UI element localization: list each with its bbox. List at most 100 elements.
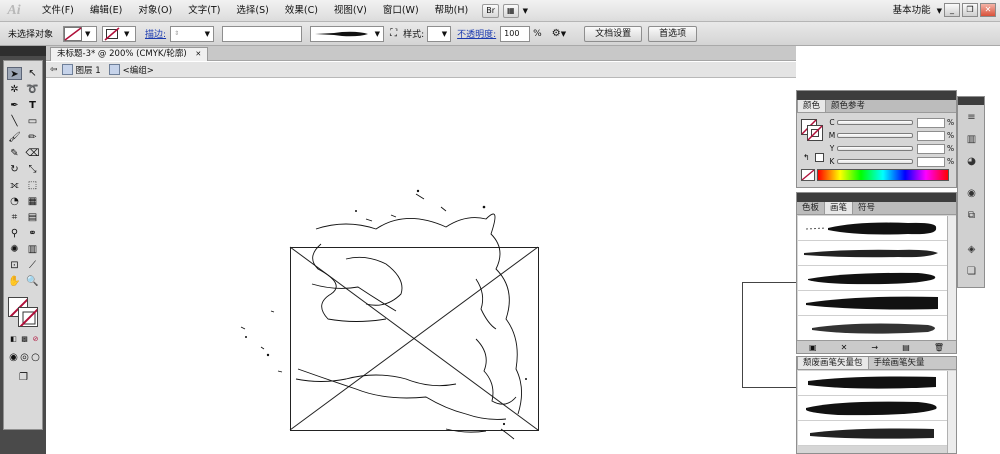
free-transform-tool-icon[interactable]: ⬚ xyxy=(25,179,40,192)
stroke-swatch-icon[interactable] xyxy=(18,307,38,327)
pen-tool-icon[interactable]: ✒ xyxy=(7,99,22,112)
slice-tool-icon[interactable]: ⟋ xyxy=(25,259,40,272)
tab-symbols[interactable]: 符号 xyxy=(853,202,880,214)
menu-help[interactable]: 帮助(H) xyxy=(427,0,477,22)
preferences-button[interactable]: 首选项 xyxy=(648,25,698,42)
lasso-tool-icon[interactable]: ➰ xyxy=(25,83,40,96)
gradient-tool-icon[interactable]: ▤ xyxy=(25,211,40,224)
appearance-panel-icon[interactable]: ◉ xyxy=(964,187,979,200)
close-icon[interactable]: ✕ xyxy=(195,50,201,58)
tab-brushes[interactable]: 画笔 xyxy=(824,202,854,214)
restore-button[interactable]: ❐ xyxy=(962,3,978,17)
graphic-styles-panel-icon[interactable]: ⧉ xyxy=(964,209,979,222)
stroke-label[interactable]: 描边: xyxy=(145,27,166,40)
channel-input[interactable] xyxy=(917,130,945,141)
width-tool-icon[interactable]: ⟗ xyxy=(7,179,22,192)
menu-object[interactable]: 对象(O) xyxy=(130,0,180,22)
shape-builder-tool-icon[interactable]: ◔ xyxy=(7,195,22,208)
stroke-panel-icon[interactable]: ≡ xyxy=(964,111,979,124)
color-panel-header[interactable] xyxy=(797,91,956,100)
dock-header[interactable] xyxy=(958,97,984,105)
menu-window[interactable]: 窗口(W) xyxy=(375,0,427,22)
tab-grunge-brush-pack[interactable]: 颓废画笔矢量包 xyxy=(797,357,869,369)
document-setup-button[interactable]: 文档设置 xyxy=(584,25,643,42)
fill-stroke-proxy-icon[interactable] xyxy=(801,119,823,141)
channel-slider[interactable] xyxy=(837,133,913,138)
rectangle-tool-icon[interactable]: ▭ xyxy=(25,115,40,128)
perspective-grid-tool-icon[interactable]: ▦ xyxy=(25,195,40,208)
hand-tool-icon[interactable]: ✋ xyxy=(7,275,22,288)
eyedropper-tool-icon[interactable]: ⚲ xyxy=(7,227,22,240)
none-color-swatch[interactable] xyxy=(801,169,815,181)
selection-tool-icon[interactable]: ➤ xyxy=(7,67,22,80)
brush-item[interactable] xyxy=(798,241,947,266)
brush-item[interactable] xyxy=(798,421,947,446)
brush-item[interactable] xyxy=(798,291,947,316)
default-fill-swatch-icon[interactable] xyxy=(815,153,824,162)
menu-edit[interactable]: 编辑(E) xyxy=(82,0,130,22)
library-scrollbar[interactable] xyxy=(947,371,956,453)
channel-input[interactable] xyxy=(917,117,945,128)
menu-type[interactable]: 文字(T) xyxy=(180,0,228,22)
direct-selection-tool-icon[interactable]: ↖ xyxy=(25,67,40,80)
symbol-sprayer-tool-icon[interactable]: ✺ xyxy=(7,243,22,256)
blend-tool-icon[interactable]: ⚭ xyxy=(25,227,40,240)
brush-list-scrollbar[interactable] xyxy=(947,216,956,340)
tab-color-guide[interactable]: 颜色参考 xyxy=(826,100,870,112)
brush-item[interactable] xyxy=(798,216,947,241)
options-icon[interactable]: → xyxy=(871,343,878,352)
new-brush-icon[interactable]: ▤ xyxy=(902,343,910,352)
bridge-button[interactable]: Br xyxy=(482,3,499,18)
channel-slider[interactable] xyxy=(837,120,913,125)
channel-input[interactable] xyxy=(917,143,945,154)
opacity-label[interactable]: 不透明度: xyxy=(457,27,496,40)
brush-item[interactable] xyxy=(798,371,947,396)
delete-brush-icon[interactable]: 🗑 xyxy=(934,343,944,352)
swap-colors-icon[interactable]: ↰ xyxy=(803,153,810,162)
draw-inside-icon[interactable]: ○ xyxy=(28,351,43,364)
menu-file[interactable]: 文件(F) xyxy=(34,0,82,22)
recolor-artwork-icon[interactable]: ⚙ xyxy=(552,28,561,39)
brush-item[interactable] xyxy=(798,316,947,341)
stroke-swatch-dropdown[interactable]: ▼ xyxy=(102,25,137,42)
breadcrumb-layer[interactable]: 图层 1 xyxy=(76,64,101,76)
menu-view[interactable]: 视图(V) xyxy=(326,0,375,22)
brush-definition-dropdown[interactable]: ▼ xyxy=(310,25,385,42)
layers-panel-icon[interactable]: ◈ xyxy=(964,243,979,256)
color-spectrum[interactable] xyxy=(817,169,949,181)
tab-swatches[interactable]: 色板 xyxy=(797,202,824,214)
transform-icon[interactable]: ⛶ xyxy=(390,28,397,39)
breadcrumb-group[interactable]: <编组> xyxy=(123,64,154,76)
eraser-tool-icon[interactable]: ⌫ xyxy=(25,147,40,160)
line-tool-icon[interactable]: ╲ xyxy=(7,115,22,128)
magic-wand-tool-icon[interactable]: ✲ xyxy=(7,83,22,96)
channel-slider[interactable] xyxy=(837,159,913,164)
opacity-input[interactable]: 100 xyxy=(500,25,531,42)
close-button[interactable]: ✕ xyxy=(980,3,996,17)
brush-library-icon[interactable]: ▣ xyxy=(809,343,817,352)
blob-brush-tool-icon[interactable]: ✎ xyxy=(7,147,22,160)
remove-stroke-icon[interactable]: ✕ xyxy=(841,343,848,352)
document-tab[interactable]: 未标题-3* @ 200% (CMYK/轮廓) ✕ xyxy=(50,47,209,61)
mesh-tool-icon[interactable]: ⌗ xyxy=(7,211,22,224)
arrange-documents-icon[interactable]: ▦ xyxy=(503,3,519,18)
graphic-style-dropdown[interactable]: ▼ xyxy=(427,25,452,42)
menu-effect[interactable]: 效果(C) xyxy=(277,0,326,22)
artboard-tool-icon[interactable]: ⊡ xyxy=(7,259,22,272)
stroke-weight-field[interactable]: ⇕ ▼ xyxy=(170,25,215,42)
gradient-panel-icon[interactable]: ▥ xyxy=(964,133,979,146)
tab-hand-drawn-brush-pack[interactable]: 手绘画笔矢量 xyxy=(869,357,930,369)
none-swatch-icon[interactable]: ⊘ xyxy=(28,333,43,346)
tab-color[interactable]: 颜色 xyxy=(797,100,827,112)
artboards-panel-icon[interactable]: ❏ xyxy=(964,265,979,278)
artboard-canvas[interactable] xyxy=(46,79,796,454)
tools-panel-header[interactable] xyxy=(0,46,46,56)
chevron-down-icon[interactable]: ▼ xyxy=(561,30,566,38)
workspace-switcher[interactable]: 基本功能 ▼ xyxy=(893,0,942,22)
chevron-down-icon[interactable]: ▼ xyxy=(523,7,528,15)
transparency-panel-icon[interactable]: ◕ xyxy=(964,155,979,168)
scale-tool-icon[interactable]: ⤡ xyxy=(25,163,40,176)
pencil-tool-icon[interactable]: ✏ xyxy=(25,131,40,144)
brushes-panel-header[interactable] xyxy=(797,193,956,202)
type-tool-icon[interactable]: T xyxy=(25,99,40,112)
